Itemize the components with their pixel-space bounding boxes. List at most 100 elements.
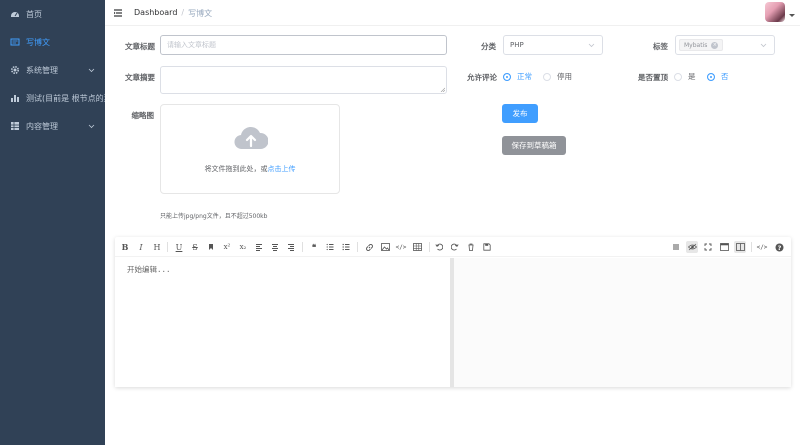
underline-icon[interactable]: U [173, 241, 185, 253]
summary-label: 文章摘要 [125, 73, 155, 82]
breadcrumb-current: 写博文 [188, 9, 213, 18]
sidebar-item-write[interactable]: 写博文 [0, 28, 105, 56]
mark-icon[interactable] [205, 241, 217, 253]
upload-tip: 只能上传jpg/png文件，且不超过500kb [160, 213, 268, 220]
code-icon[interactable]: </> [395, 241, 407, 253]
title-input[interactable]: 请输入文章标题 [160, 35, 447, 55]
breadcrumb: Dashboard / 写博文 [134, 8, 212, 19]
sidebar-item-label: 测试(目前是 根节点的菜单 [26, 93, 105, 103]
trash-icon[interactable] [465, 241, 477, 253]
top-radio-no[interactable]: 否 [707, 71, 729, 82]
bar-chart-icon [10, 93, 20, 103]
category-label: 分类 [481, 42, 496, 51]
chevron-down-icon [88, 66, 95, 75]
superscript-icon[interactable]: x² [221, 241, 233, 253]
sidebar-item-content[interactable]: 内容管理 [0, 112, 105, 140]
chevron-down-icon [588, 42, 595, 50]
sidebar-item-label: 内容管理 [26, 121, 58, 131]
quote-icon[interactable]: ❝ [308, 241, 320, 253]
italic-icon[interactable]: I [135, 241, 147, 253]
fullscreen-icon[interactable] [702, 241, 714, 253]
align-left-icon[interactable] [253, 241, 265, 253]
navigation-icon[interactable] [670, 241, 682, 253]
navbar: Dashboard / 写博文 [105, 0, 800, 26]
editor-toolbar: B I H U S x² x₂ ❝ </> </> ? [115, 237, 791, 257]
upload-link[interactable]: 点击上传 [268, 165, 296, 173]
link-icon[interactable] [363, 241, 375, 253]
strikethrough-icon[interactable]: S [189, 241, 201, 253]
category-value: PHP [510, 41, 524, 49]
subscript-icon[interactable]: x₂ [237, 241, 249, 253]
save-draft-button[interactable]: 保存到草稿箱 [502, 136, 566, 155]
svg-text:?: ? [777, 243, 781, 251]
tag-select[interactable]: Mybatis × [675, 35, 775, 55]
toolbar-divider [302, 242, 303, 252]
radio-label: 是 [688, 72, 696, 81]
editor-placeholder: 开始编辑... [127, 265, 171, 274]
align-right-icon[interactable] [285, 241, 297, 253]
category-select[interactable]: PHP [503, 35, 603, 55]
comment-radio-disabled[interactable]: 停用 [543, 71, 572, 82]
undo-icon[interactable] [433, 241, 445, 253]
upload-hint: 将文件拖到此处，或 [204, 165, 268, 173]
editor-preview-pane [454, 258, 791, 387]
close-icon[interactable]: × [711, 41, 719, 49]
write-icon [10, 37, 20, 47]
top-radio-yes[interactable]: 是 [674, 71, 696, 82]
bold-icon[interactable]: B [119, 241, 131, 253]
chevron-down-icon [88, 122, 95, 131]
image-icon[interactable] [379, 241, 391, 253]
app-root: 首页 写博文 系统管理 测试(目前是 根节点的菜单 [0, 0, 800, 445]
unordered-list-icon[interactable] [340, 241, 352, 253]
table-icon[interactable] [411, 241, 423, 253]
radio-dot [707, 72, 715, 81]
toolbar-divider [357, 242, 358, 252]
window-icon[interactable] [718, 241, 730, 253]
sidebar-item-system[interactable]: 系统管理 [0, 56, 105, 84]
editor-input-pane[interactable]: 开始编辑... [115, 258, 450, 387]
radio-dot [543, 72, 551, 81]
summary-textarea[interactable] [160, 66, 447, 94]
radio-label: 停用 [557, 72, 572, 81]
preview-eye-icon[interactable] [686, 241, 698, 253]
publish-button[interactable]: 发布 [502, 104, 538, 123]
html-code-icon[interactable]: </> [756, 241, 768, 253]
redo-icon[interactable] [449, 241, 461, 253]
caret-down-icon[interactable] [789, 14, 795, 17]
toolbar-divider [429, 242, 430, 252]
upload-dropzone[interactable]: 将文件拖到此处，或点击上传 [160, 104, 340, 194]
upload-text: 将文件拖到此处，或点击上传 [161, 164, 339, 174]
sidebar-item-test[interactable]: 测试(目前是 根节点的菜单 [0, 84, 105, 112]
chevron-down-icon [760, 42, 767, 50]
tag-chip: Mybatis × [679, 39, 724, 51]
heading-icon[interactable]: H [151, 241, 163, 253]
radio-label: 正常 [517, 72, 532, 81]
sidebar-item-label: 写博文 [26, 37, 50, 47]
radio-label: 否 [721, 72, 729, 81]
resize-handle-icon [440, 87, 445, 92]
upload-cloud-icon [234, 125, 269, 153]
tag-chip-label: Mybatis [684, 41, 708, 49]
toolbar-divider [751, 242, 752, 252]
sidebar-item-label: 首页 [26, 9, 42, 19]
breadcrumb-separator: / [181, 8, 185, 17]
title-label: 文章标题 [125, 42, 155, 51]
markdown-editor: B I H U S x² x₂ ❝ </> </> ? 开始编辑... [115, 237, 791, 387]
title-input-placeholder: 请输入文章标题 [167, 41, 216, 49]
hamburger-icon[interactable] [113, 8, 123, 18]
comment-label: 允许评论 [467, 73, 497, 82]
grid-icon [10, 121, 20, 131]
ordered-list-icon[interactable] [324, 241, 336, 253]
split-view-icon[interactable] [734, 241, 746, 253]
comment-radio-normal[interactable]: 正常 [503, 71, 532, 82]
save-icon[interactable] [481, 241, 493, 253]
sidebar-item-label: 系统管理 [26, 65, 58, 75]
sidebar-item-home[interactable]: 首页 [0, 0, 105, 28]
align-center-icon[interactable] [269, 241, 281, 253]
sidebar: 首页 写博文 系统管理 测试(目前是 根节点的菜单 [0, 0, 105, 445]
avatar[interactable] [765, 2, 785, 22]
breadcrumb-dashboard[interactable]: Dashboard [134, 8, 177, 19]
help-icon[interactable]: ? [773, 241, 785, 253]
dashboard-icon [10, 9, 20, 19]
radio-dot [674, 72, 682, 81]
